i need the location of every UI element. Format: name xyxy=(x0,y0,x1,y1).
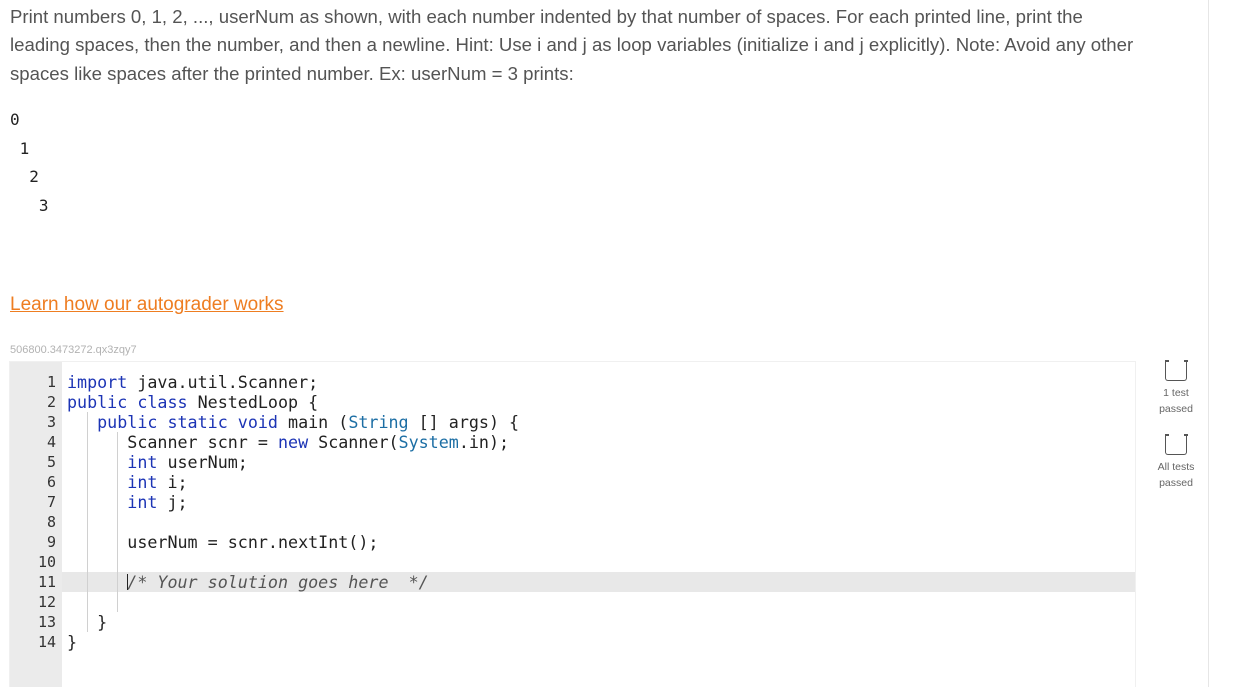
line-number: 7 xyxy=(46,493,56,511)
code-text[interactable]: /* Your solution goes here */ xyxy=(67,572,428,592)
line-number: 1 xyxy=(46,373,56,391)
code-line-6[interactable]: 6 int i; xyxy=(10,472,1135,492)
example-line-2: 2 xyxy=(10,167,39,186)
code-text[interactable]: import java.util.Scanner; xyxy=(67,372,318,392)
learn-autograder-link[interactable]: Learn how our autograder works xyxy=(10,294,284,316)
code-line-11[interactable]: 11 /* Your solution goes here */ xyxy=(10,572,1135,592)
code-line-5[interactable]: 5 int userNum; xyxy=(10,452,1135,472)
code-lines[interactable]: 1 import java.util.Scanner; 2 public class … xyxy=(10,372,1135,652)
test-status-1: 1 test passed xyxy=(1150,360,1202,417)
code-line-13[interactable]: 13 } xyxy=(10,612,1135,632)
example-line-1: 1 xyxy=(10,138,30,158)
code-text[interactable]: } xyxy=(67,632,77,652)
code-line-12[interactable]: 12 xyxy=(10,592,1135,612)
test-1-checkbox-icon xyxy=(1164,360,1188,381)
indent-guide xyxy=(117,512,119,532)
code-line-7[interactable]: 7 int j; xyxy=(10,492,1135,512)
text-cursor xyxy=(127,574,129,590)
test-2-label: All tests passed xyxy=(1157,461,1195,489)
code-editor[interactable]: 1 import java.util.Scanner; 2 public class … xyxy=(10,362,1135,687)
code-text[interactable]: } xyxy=(67,612,107,632)
indent-guide xyxy=(117,592,119,612)
test-1-label: 1 test passed xyxy=(1159,387,1193,415)
code-line-10[interactable]: 10 xyxy=(10,552,1135,572)
code-text[interactable]: int i; xyxy=(67,472,187,492)
code-text[interactable]: int j; xyxy=(67,492,187,512)
line-number: 8 xyxy=(46,513,56,531)
code-line-8[interactable]: 8 xyxy=(10,512,1135,532)
code-text[interactable]: int userNum; xyxy=(67,452,248,472)
test-status-2: All tests passed xyxy=(1150,434,1202,491)
line-number: 4 xyxy=(46,433,56,451)
panel-divider xyxy=(1208,0,1209,687)
line-number: 5 xyxy=(46,453,56,471)
indent-guide xyxy=(117,552,119,572)
indent-guide xyxy=(87,552,89,572)
line-number: 6 xyxy=(46,473,56,491)
code-line-4[interactable]: 4 Scanner scnr = new Scanner(System.in); xyxy=(10,432,1135,452)
test-2-checkbox-icon xyxy=(1164,434,1188,455)
line-number: 3 xyxy=(46,413,56,431)
line-number: 14 xyxy=(37,633,56,651)
code-line-14[interactable]: 14} xyxy=(10,632,1135,652)
challenge-id: 506800.3473272.qx3zqy7 xyxy=(10,344,137,356)
code-line-1[interactable]: 1 import java.util.Scanner; xyxy=(10,372,1135,392)
code-line-3[interactable]: 3 public static void main (String [] arg… xyxy=(10,412,1135,432)
code-text[interactable]: userNum = scnr.nextInt(); xyxy=(67,532,378,552)
code-line-9[interactable]: 9 userNum = scnr.nextInt(); xyxy=(10,532,1135,552)
code-line-2[interactable]: 2 public class NestedLoop { xyxy=(10,392,1135,412)
example-line-3: 3 xyxy=(10,195,49,215)
challenge-panel: Print numbers 0, 1, 2, ..., userNum as s… xyxy=(0,0,1208,687)
line-number: 9 xyxy=(46,533,56,551)
code-text[interactable]: Scanner scnr = new Scanner(System.in); xyxy=(67,432,509,452)
line-number: 2 xyxy=(46,393,56,411)
line-number: 11 xyxy=(37,573,56,591)
code-text[interactable]: public class NestedLoop { xyxy=(67,392,318,412)
code-text[interactable]: public static void main (String [] args)… xyxy=(67,412,519,432)
example-line-0: 0 xyxy=(10,110,20,129)
indent-guide xyxy=(87,592,89,612)
line-number: 10 xyxy=(37,553,56,571)
example-output: 0 1 2 3 xyxy=(10,106,49,220)
challenge-prompt: Print numbers 0, 1, 2, ..., userNum as s… xyxy=(10,6,1134,84)
indent-guide xyxy=(87,512,89,532)
line-number: 12 xyxy=(37,593,56,611)
line-number: 13 xyxy=(37,613,56,631)
